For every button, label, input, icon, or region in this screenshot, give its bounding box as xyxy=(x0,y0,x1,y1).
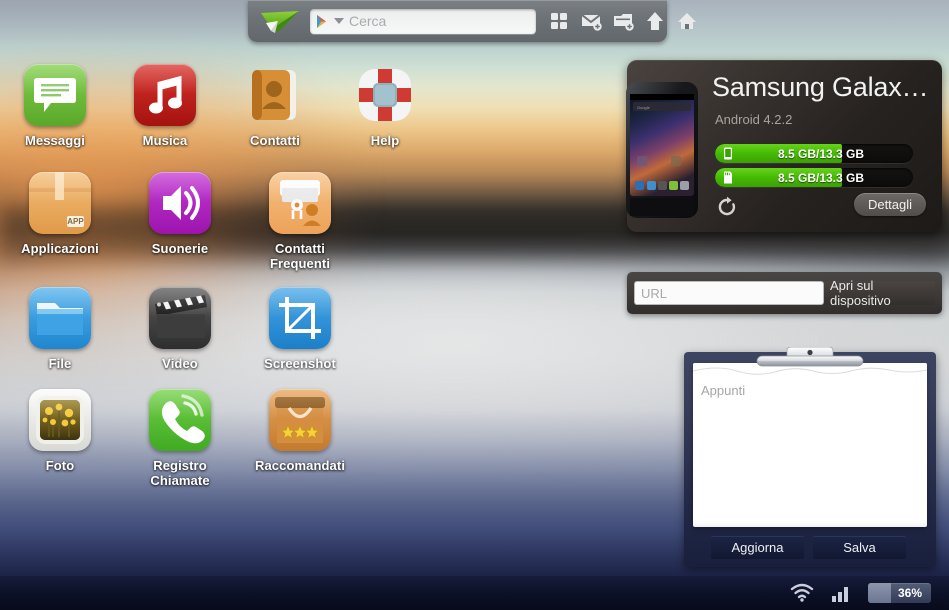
status-bar: 36% xyxy=(0,576,949,610)
app-label: Registro Chiamate xyxy=(150,458,210,488)
app-label: Musica xyxy=(142,133,188,148)
crop-icon xyxy=(269,287,331,349)
app-help[interactable]: Help xyxy=(330,58,440,148)
notes-refresh-button[interactable]: Aggiorna xyxy=(711,536,804,559)
search-field[interactable] xyxy=(310,8,536,34)
phone-handset-icon xyxy=(149,389,211,451)
app-contatti[interactable]: Contatti xyxy=(220,58,330,148)
app-label: Video xyxy=(162,356,198,371)
app-label: Raccomandati xyxy=(254,458,346,473)
chevron-down-icon[interactable] xyxy=(334,18,344,24)
app-label: Contatti xyxy=(250,133,300,148)
toolbar-actions xyxy=(544,10,698,32)
clipboard-clip xyxy=(756,347,864,367)
sd-storage-bar: 8.5 GB / 13.3 GB xyxy=(715,168,913,187)
phone-storage-bar: 8.5 GB / 13.3 GB xyxy=(715,144,913,163)
phone-storage-label: 8.5 GB / 13.3 GB xyxy=(777,146,865,161)
frequent-contacts-icon xyxy=(269,172,331,234)
battery-label: 36% xyxy=(897,586,922,600)
battery-indicator[interactable]: 36% xyxy=(868,583,931,603)
desktop-icon-grid: Messaggi Musica Contatti Help APP Applic… xyxy=(0,58,440,488)
app-contatti-frequenti[interactable]: Contatti Frequenti xyxy=(240,166,360,271)
svg-text:APP: APP xyxy=(67,217,84,226)
signal-bars-icon[interactable] xyxy=(830,583,852,603)
app-label: Foto xyxy=(45,458,75,473)
device-os: Android 4.2.2 xyxy=(715,112,793,127)
music-note-icon xyxy=(134,64,196,126)
app-messaggi[interactable]: Messaggi xyxy=(0,58,110,148)
open-on-device-button[interactable]: Apri sul dispositivo xyxy=(824,278,935,308)
app-suonerie[interactable]: Suonerie xyxy=(120,166,240,271)
icon-row: Foto Registro Chiamate Raccomandati xyxy=(0,383,440,488)
icon-row: APP Applicazioni Suonerie Contatti Frequ… xyxy=(0,166,440,271)
search-input[interactable] xyxy=(349,13,530,29)
app-video[interactable]: Video xyxy=(120,281,240,371)
icon-row: File Video Screenshot xyxy=(0,281,440,371)
device-name: Samsung Galax… xyxy=(712,72,929,102)
app-label: Screenshot xyxy=(264,356,336,371)
notes-save-button[interactable]: Salva xyxy=(813,536,906,559)
grid-four-squares-icon[interactable] xyxy=(548,10,570,32)
upload-arrow-icon[interactable] xyxy=(644,10,666,32)
app-raccomandati[interactable]: Raccomandati xyxy=(240,383,360,488)
shopping-bag-stars-icon xyxy=(269,389,331,451)
paper-plane-logo[interactable] xyxy=(258,7,302,35)
home-icon[interactable] xyxy=(676,10,698,32)
top-toolbar xyxy=(248,0,696,42)
refresh-icon[interactable] xyxy=(716,196,738,218)
folder-icon xyxy=(29,287,91,349)
wifi-icon[interactable] xyxy=(790,583,814,603)
app-applicazioni[interactable]: APP Applicazioni xyxy=(0,166,120,271)
app-box-icon: APP xyxy=(29,172,91,234)
life-ring-icon xyxy=(354,64,416,126)
app-label: Help xyxy=(370,133,400,148)
app-registro-chiamate[interactable]: Registro Chiamate xyxy=(120,383,240,488)
app-file[interactable]: File xyxy=(0,281,120,371)
clapperboard-icon xyxy=(149,287,211,349)
url-input[interactable] xyxy=(634,281,824,305)
notes-panel: Aggiorna Salva xyxy=(684,347,936,567)
card-plus-icon[interactable] xyxy=(612,10,634,32)
app-label: Suonerie xyxy=(151,241,209,256)
app-label: File xyxy=(48,356,72,371)
app-musica[interactable]: Musica xyxy=(110,58,220,148)
notes-paper xyxy=(693,363,927,527)
app-screenshot[interactable]: Screenshot xyxy=(240,281,360,371)
notes-textarea[interactable] xyxy=(701,383,921,517)
app-foto[interactable]: Foto xyxy=(0,383,120,488)
sd-storage-label: 8.5 GB / 13.3 GB xyxy=(777,170,865,185)
battery-fill xyxy=(868,583,891,603)
app-label: Applicazioni xyxy=(21,241,99,256)
google-play-icon xyxy=(317,14,326,28)
speaker-icon xyxy=(149,172,211,234)
device-info-panel: Google Samsung Galax… Android 4.2.2 8.5 … xyxy=(626,60,942,232)
photo-frame-icon xyxy=(29,389,91,451)
url-open-panel: Apri sul dispositivo xyxy=(627,272,942,314)
details-button[interactable]: Dettagli xyxy=(854,193,926,216)
galaxy-nexus-phone: Google xyxy=(626,82,698,218)
address-book-icon xyxy=(244,64,306,126)
app-label: Messaggi xyxy=(24,133,86,148)
envelope-plus-icon[interactable] xyxy=(580,10,602,32)
app-label: Contatti Frequenti xyxy=(269,241,331,271)
icon-row: Messaggi Musica Contatti Help xyxy=(0,58,440,148)
svg-text:Google: Google xyxy=(637,105,651,110)
messages-icon xyxy=(24,64,86,126)
